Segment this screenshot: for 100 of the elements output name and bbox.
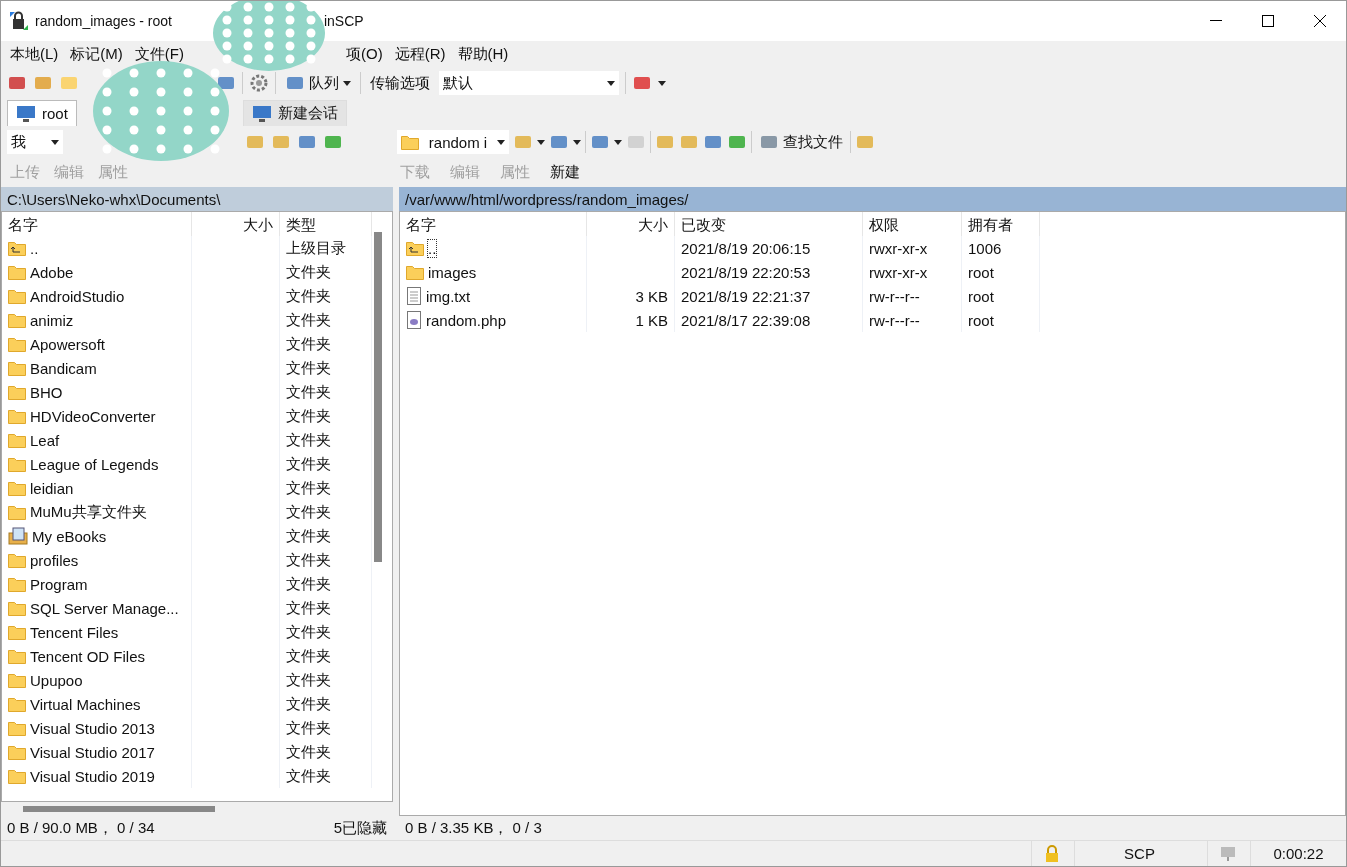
file-name[interactable]: animiz — [2, 308, 192, 332]
file-name[interactable]: Bandicam — [2, 356, 192, 380]
window-title: inSCP — [323, 13, 364, 29]
status-text: 0 B / 90.0 MB， 0 / 34 — [7, 818, 155, 838]
close-icon[interactable] — [1314, 15, 1326, 27]
file-name[interactable]: Virtual Machines — [2, 692, 192, 716]
modified-date: 2021/8/19 22:20:53 — [675, 260, 863, 284]
settings-icon[interactable] — [249, 73, 269, 93]
owner: 1006 — [962, 236, 1040, 260]
file-name[interactable]: Visual Studio 2019 — [2, 764, 192, 788]
transfer-settings-label: 传输选项 — [369, 72, 431, 93]
app-icon — [9, 11, 29, 31]
file-name[interactable]: Visual Studio 2017 — [2, 740, 192, 764]
file-type: 文件夹 — [280, 548, 372, 572]
maximize-icon[interactable] — [1262, 15, 1274, 27]
caret-icon[interactable] — [51, 139, 59, 145]
menu-item[interactable]: 文件(F) — [131, 42, 187, 66]
owner: root — [962, 260, 1040, 284]
network-icon — [1218, 845, 1237, 862]
monitor-icon — [16, 104, 36, 123]
file-name[interactable]: .. — [2, 236, 192, 260]
file-name[interactable]: SQL Server Manage... — [2, 596, 192, 620]
file-type: 文件夹 — [280, 260, 372, 284]
file-name[interactable]: Upupoo — [2, 668, 192, 692]
file-name[interactable]: .. — [400, 236, 587, 260]
minimize-icon[interactable] — [1210, 20, 1222, 22]
permissions: rw-r--r-- — [863, 308, 962, 332]
scrollbar-thumb[interactable] — [23, 806, 215, 812]
file-name[interactable]: AndroidStudio — [2, 284, 192, 308]
file-type: 文件夹 — [280, 620, 372, 644]
file-name[interactable]: MuMu共享文件夹 — [2, 500, 192, 524]
caret-icon[interactable] — [497, 139, 505, 145]
file-name[interactable]: Leaf — [2, 428, 192, 452]
file-name[interactable]: img.txt — [400, 284, 587, 308]
caret-icon[interactable] — [573, 139, 581, 145]
menu-item[interactable]: 帮助(H) — [454, 42, 512, 66]
file-name[interactable]: Visual Studio 2013 — [2, 716, 192, 740]
file-type: 文件夹 — [280, 476, 372, 500]
toolbar-button[interactable]: 新建 — [547, 160, 583, 184]
file-type: 文件夹 — [280, 380, 372, 404]
file-type: 文件夹 — [280, 428, 372, 452]
session-tab[interactable]: root — [7, 100, 77, 126]
caret-icon[interactable] — [607, 80, 615, 86]
file-type: 文件夹 — [280, 716, 372, 740]
file-type: 文件夹 — [280, 572, 372, 596]
file-type: 文件夹 — [280, 308, 372, 332]
file-name[interactable]: Program — [2, 572, 192, 596]
file-name[interactable]: Tencent OD Files — [2, 644, 192, 668]
monitor-icon — [251, 104, 272, 123]
window-title: random_images - root — [35, 13, 172, 29]
file-type: 文件夹 — [280, 740, 372, 764]
remote-folder-dropdown[interactable]: random i — [397, 130, 509, 154]
session-time: 0:00:22 — [1250, 841, 1346, 866]
file-name[interactable]: Apowersoft — [2, 332, 192, 356]
permissions: rwxr-xr-x — [863, 236, 962, 260]
owner: root — [962, 284, 1040, 308]
caret-icon[interactable] — [343, 80, 351, 86]
column-header[interactable]: 大小 — [192, 212, 280, 238]
path-bar: /var/www/html/wordpress/random_images/ — [399, 187, 1346, 211]
file-name[interactable]: BHO — [2, 380, 192, 404]
modified-date: 2021/8/19 22:21:37 — [675, 284, 863, 308]
status-text: 0 B / 3.35 KB， 0 / 3 — [405, 818, 542, 838]
column-header[interactable]: 名字 — [400, 212, 587, 238]
menu-item[interactable]: 本地(L) — [7, 42, 62, 66]
file-name[interactable]: League of Legends — [2, 452, 192, 476]
owner: root — [962, 308, 1040, 332]
find-files-button[interactable]: 查找文件 — [756, 130, 846, 154]
menu-item[interactable]: 项(O) — [343, 42, 386, 66]
drive-dropdown[interactable]: 我 — [7, 130, 63, 154]
file-name[interactable]: My eBooks — [2, 524, 192, 548]
file-name[interactable]: HDVideoConverter — [2, 404, 192, 428]
file-name[interactable]: Adobe — [2, 260, 192, 284]
column-header[interactable]: 已改变 — [675, 212, 863, 238]
caret-icon[interactable] — [614, 139, 622, 145]
file-name[interactable]: images — [400, 260, 587, 284]
caret-icon[interactable] — [537, 139, 545, 145]
file-name[interactable]: Tencent Files — [2, 620, 192, 644]
file-name[interactable]: profiles — [2, 548, 192, 572]
queue-button[interactable]: 队列 — [282, 71, 354, 95]
file-type: 文件夹 — [280, 668, 372, 692]
menu-item[interactable]: 远程(R) — [391, 42, 449, 66]
caret-icon[interactable] — [658, 80, 666, 86]
column-header[interactable]: 大小 — [587, 212, 675, 238]
column-header[interactable]: 类型 — [280, 212, 372, 238]
scrollbar-thumb[interactable] — [374, 232, 382, 562]
file-size: 3 KB — [587, 284, 675, 308]
hidden-count: 5已隐藏 — [333, 818, 387, 838]
file-size: 1 KB — [587, 308, 675, 332]
file-type: 文件夹 — [280, 596, 372, 620]
library-icon — [8, 527, 28, 545]
file-type: 文件夹 — [280, 332, 372, 356]
permissions: rw-r--r-- — [863, 284, 962, 308]
transfer-settings-dropdown[interactable]: 默认 — [439, 71, 619, 95]
session-tab[interactable]: 新建会话 — [242, 100, 347, 126]
file-name[interactable]: random.php — [400, 308, 587, 332]
column-header[interactable]: 拥有者 — [962, 212, 1040, 238]
column-header[interactable]: 权限 — [863, 212, 962, 238]
file-name[interactable]: leidian — [2, 476, 192, 500]
modified-date: 2021/8/17 22:39:08 — [675, 308, 863, 332]
column-header[interactable]: 名字 — [2, 212, 192, 238]
